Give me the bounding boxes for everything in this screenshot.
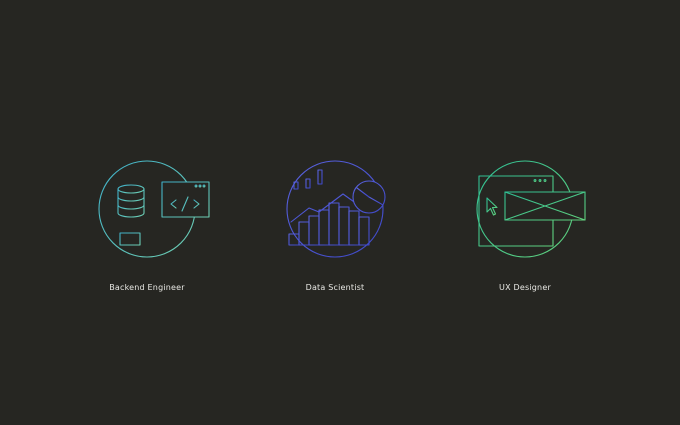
backend-engineer-icon: [98, 160, 210, 258]
ux-designer-icon: [476, 160, 586, 258]
monitor-stand: [119, 232, 141, 246]
data-scientist-icon: [284, 160, 386, 258]
code-window: [161, 181, 210, 218]
role-card-ux-designer: UX Designer: [455, 160, 595, 300]
cursor-icon: [486, 197, 498, 216]
role-label-backend-engineer: Backend Engineer: [109, 283, 185, 292]
database-top: [117, 184, 145, 194]
role-card-backend-engineer: Backend Engineer: [77, 160, 217, 300]
roles-showcase: Backend Engineer Data Scientist UX Desig…: [0, 0, 680, 425]
trend-line: [290, 193, 358, 223]
role-label-ux-designer: UX Designer: [499, 283, 551, 292]
role-card-data-scientist: Data Scientist: [265, 160, 405, 300]
candlestick-chart: [293, 165, 323, 196]
role-label-data-scientist: Data Scientist: [305, 283, 365, 292]
